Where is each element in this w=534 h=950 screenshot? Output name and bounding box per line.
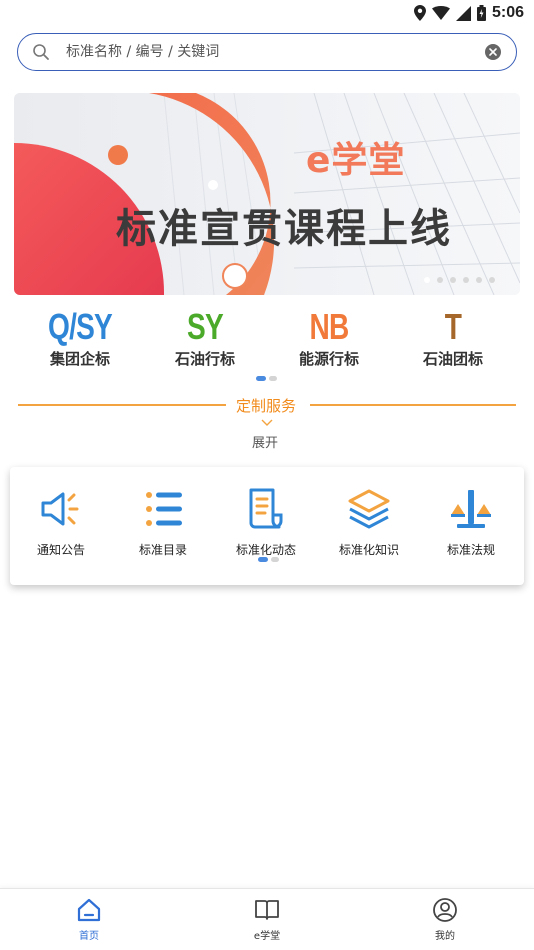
function-card: 通知公告 标准目录 标准化动态 标准化知识 标准法规 xyxy=(10,467,524,585)
category-code: SY xyxy=(187,306,224,347)
clear-icon[interactable] xyxy=(484,43,502,61)
banner-dot[interactable] xyxy=(489,277,495,283)
banner-dot[interactable] xyxy=(450,277,456,283)
function-law[interactable]: 标准法规 xyxy=(420,487,522,558)
wifi-icon xyxy=(431,6,450,20)
nav-label: 我的 xyxy=(435,931,455,942)
function-pagination xyxy=(258,557,279,562)
scale-icon xyxy=(451,490,491,528)
banner-dot[interactable] xyxy=(424,277,430,283)
search-bar[interactable] xyxy=(17,33,517,71)
divider-left xyxy=(18,404,226,406)
chevron-down-icon[interactable] xyxy=(261,419,273,427)
list-icon xyxy=(146,492,182,526)
banner-pagination xyxy=(424,277,495,283)
banner-dot[interactable] xyxy=(476,277,482,283)
category-label: 能源行标 xyxy=(298,350,359,368)
category-code: T xyxy=(444,306,462,347)
nav-elearning[interactable]: e学堂 xyxy=(227,897,307,942)
location-icon xyxy=(413,5,426,21)
nav-label: 首页 xyxy=(79,931,99,942)
banner-title: 标准宣贯课程上线 xyxy=(116,206,452,252)
banner-dot[interactable] xyxy=(463,277,469,283)
category-sy[interactable]: SY 石油行标 xyxy=(149,308,261,369)
nav-mine[interactable]: 我的 xyxy=(405,897,485,942)
category-t[interactable]: T 石油团标 xyxy=(397,308,509,369)
banner-dot[interactable] xyxy=(437,277,443,283)
pager-dot xyxy=(256,376,266,381)
category-row: Q/SY 集团企标 SY 石油行标 NB 能源行标 T 石油团标 xyxy=(20,308,514,374)
megaphone-icon xyxy=(41,492,79,526)
function-knowledge[interactable]: 标准化知识 xyxy=(318,487,420,558)
function-label: 标准化动态 xyxy=(235,543,296,557)
expand-link[interactable]: 展开 xyxy=(252,432,278,451)
status-icons: 5:06 xyxy=(413,4,524,22)
category-pagination xyxy=(256,376,277,381)
function-label: 通知公告 xyxy=(36,543,85,557)
status-bar: 5:06 xyxy=(0,0,534,28)
pager-dot xyxy=(271,557,279,562)
user-icon xyxy=(433,898,457,922)
service-title: 定制服务 xyxy=(236,397,297,415)
promo-banner[interactable]: e学堂 标准宣贯课程上线 xyxy=(14,93,520,295)
category-nb[interactable]: NB 能源行标 xyxy=(273,308,385,369)
banner-brand: e学堂 xyxy=(306,140,406,181)
function-catalog[interactable]: 标准目录 xyxy=(112,487,214,558)
banner-artwork xyxy=(14,93,520,295)
divider-right xyxy=(310,404,516,406)
nav-label: e学堂 xyxy=(253,931,281,942)
category-label: 石油团标 xyxy=(422,350,483,368)
function-news[interactable]: 标准化动态 xyxy=(215,487,317,558)
layers-icon xyxy=(348,489,390,529)
search-icon xyxy=(33,44,49,60)
pager-dot xyxy=(269,376,277,381)
battery-icon xyxy=(476,5,486,21)
bottom-nav: 首页 e学堂 我的 xyxy=(0,888,534,950)
function-label: 标准目录 xyxy=(138,543,187,557)
home-icon xyxy=(77,898,101,922)
function-label: 标准化知识 xyxy=(338,543,399,557)
pager-dot xyxy=(258,557,268,562)
nav-home[interactable]: 首页 xyxy=(49,897,129,942)
function-label: 标准法规 xyxy=(446,543,495,557)
category-qsy[interactable]: Q/SY 集团企标 xyxy=(24,308,136,369)
category-label: 集团企标 xyxy=(49,350,110,368)
category-code: NB xyxy=(309,306,350,347)
status-time: 5:06 xyxy=(491,4,524,21)
search-input[interactable] xyxy=(66,34,476,70)
book-icon xyxy=(255,900,279,920)
category-code: Q/SY xyxy=(48,306,113,347)
document-icon xyxy=(249,488,283,529)
category-label: 石油行标 xyxy=(174,350,235,368)
signal-icon xyxy=(455,5,471,21)
function-notice[interactable]: 通知公告 xyxy=(10,487,112,558)
